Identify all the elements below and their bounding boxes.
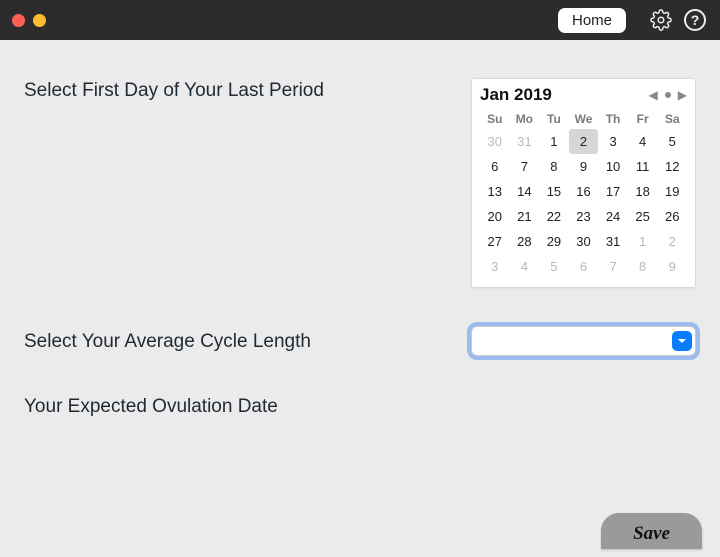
calendar-day[interactable]: 6 (480, 154, 510, 179)
expected-ovulation-label: Your Expected Ovulation Date (24, 394, 471, 418)
calendar-day[interactable]: 13 (480, 179, 510, 204)
calendar-day[interactable]: 31 (510, 129, 540, 154)
calendar-day[interactable]: 3 (480, 254, 510, 279)
calendar-day[interactable]: 9 (657, 254, 687, 279)
calendar-day[interactable]: 19 (657, 179, 687, 204)
calendar-today-icon[interactable] (665, 92, 671, 98)
calendar-day[interactable]: 30 (569, 229, 599, 254)
calendar-day[interactable]: 5 (657, 129, 687, 154)
calendar-header: Jan 2019 ◀ ▶ (480, 85, 687, 105)
calendar-month-year: Jan 2019 (480, 85, 649, 105)
calendar-day[interactable]: 2 (657, 229, 687, 254)
calendar-day[interactable]: 28 (510, 229, 540, 254)
home-button[interactable]: Home (558, 8, 626, 33)
calendar-day[interactable]: 7 (510, 154, 540, 179)
minimize-window-icon[interactable] (33, 14, 46, 27)
calendar-day[interactable]: 17 (598, 179, 628, 204)
calendar-day[interactable]: 8 (539, 154, 569, 179)
calendar-day[interactable]: 18 (628, 179, 658, 204)
save-button[interactable]: Save (601, 513, 702, 549)
calendar-day[interactable]: 5 (539, 254, 569, 279)
calendar-day[interactable]: 26 (657, 204, 687, 229)
calendar-day[interactable]: 30 (480, 129, 510, 154)
calendar-dow: Sa (657, 109, 687, 129)
calendar-day[interactable]: 21 (510, 204, 540, 229)
gear-icon (650, 9, 672, 31)
calendar-day[interactable]: 9 (569, 154, 599, 179)
calendar-day[interactable]: 15 (539, 179, 569, 204)
close-window-icon[interactable] (12, 14, 25, 27)
calendar-day[interactable]: 22 (539, 204, 569, 229)
calendar-day[interactable]: 27 (480, 229, 510, 254)
calendar-day[interactable]: 31 (598, 229, 628, 254)
calendar-day[interactable]: 23 (569, 204, 599, 229)
calendar-dow: Th (598, 109, 628, 129)
calendar-day[interactable]: 25 (628, 204, 658, 229)
calendar-prev-icon[interactable]: ◀ (649, 88, 658, 102)
calendar-dow: Fr (628, 109, 658, 129)
calendar-day[interactable]: 20 (480, 204, 510, 229)
calendar-day[interactable]: 11 (628, 154, 658, 179)
calendar-day[interactable]: 10 (598, 154, 628, 179)
settings-button[interactable] (648, 7, 674, 33)
cycle-length-label: Select Your Average Cycle Length (24, 329, 471, 353)
calendar-next-icon[interactable]: ▶ (678, 88, 687, 102)
first-day-label: Select First Day of Your Last Period (24, 78, 471, 102)
calendar-day[interactable]: 8 (628, 254, 658, 279)
titlebar: Home ? (0, 0, 720, 40)
help-icon: ? (684, 9, 706, 31)
calendar-dow: Tu (539, 109, 569, 129)
calendar-day[interactable]: 1 (628, 229, 658, 254)
cycle-length-select[interactable] (471, 326, 696, 356)
calendar-day[interactable]: 16 (569, 179, 599, 204)
calendar-day[interactable]: 3 (598, 129, 628, 154)
calendar-day[interactable]: 29 (539, 229, 569, 254)
calendar-dow: Mo (510, 109, 540, 129)
calendar-dow: Su (480, 109, 510, 129)
calendar-picker[interactable]: Jan 2019 ◀ ▶ SuMoTuWeThFrSa 303112345678… (471, 78, 696, 288)
calendar-day[interactable]: 7 (598, 254, 628, 279)
window-controls (12, 14, 46, 27)
calendar-day[interactable]: 1 (539, 129, 569, 154)
calendar-day[interactable]: 12 (657, 154, 687, 179)
calendar-day[interactable]: 6 (569, 254, 599, 279)
calendar-day[interactable]: 24 (598, 204, 628, 229)
calendar-day[interactable]: 4 (510, 254, 540, 279)
calendar-dow: We (569, 109, 599, 129)
calendar-day[interactable]: 4 (628, 129, 658, 154)
calendar-day[interactable]: 14 (510, 179, 540, 204)
chevron-down-icon (672, 331, 692, 351)
help-button[interactable]: ? (682, 7, 708, 33)
calendar-day[interactable]: 2 (569, 129, 599, 154)
